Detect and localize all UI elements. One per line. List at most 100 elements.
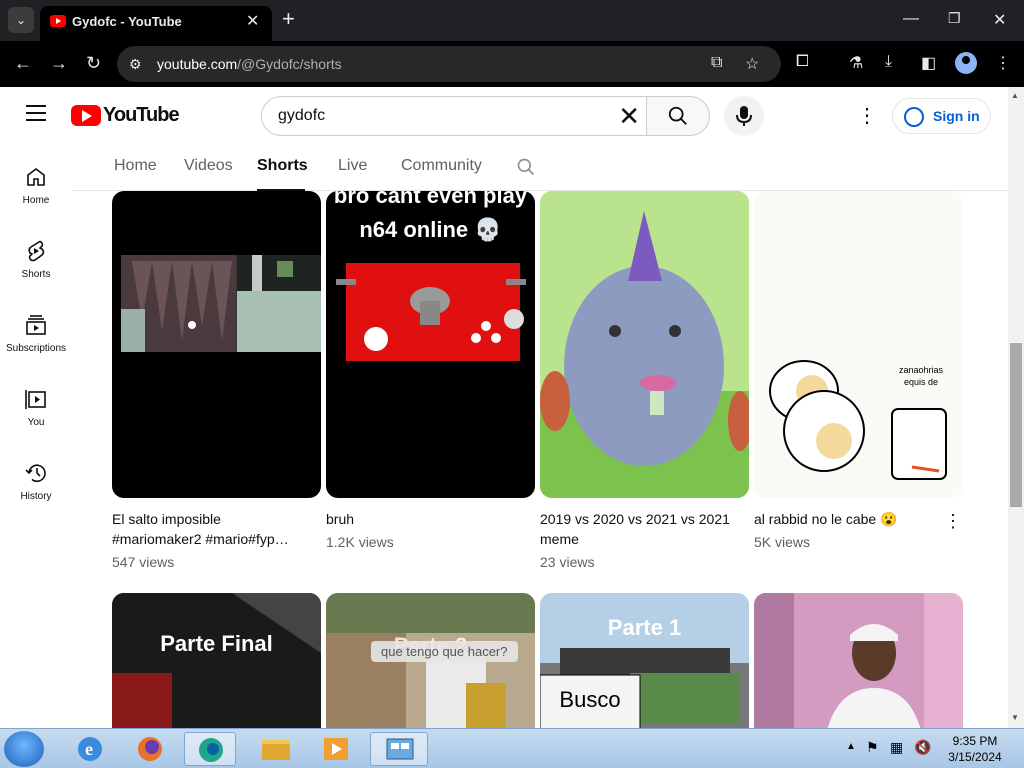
short-thumbnail[interactable]: Parte 2 que tengo que hacer? [326, 593, 535, 728]
shorts-grid: El salto imposible #mariomaker2 #mario#f… [72, 191, 1008, 728]
bookmark-star-icon[interactable]: ☆ [745, 54, 759, 74]
tab-community[interactable]: Community [401, 157, 482, 175]
edge-icon[interactable] [184, 732, 236, 766]
short-title[interactable]: El salto imposible #mariomaker2 #mario#f… [112, 509, 302, 549]
reload-button[interactable]: ↻ [86, 53, 101, 73]
file-explorer-icon[interactable] [250, 732, 302, 766]
short-views: 547 views [112, 554, 175, 570]
browser-menu-icon[interactable]: ⋮ [995, 53, 1011, 73]
page-scrollbar[interactable]: ▲ ▼ [1008, 87, 1024, 728]
forward-button[interactable]: → [50, 53, 68, 73]
system-clock[interactable]: 9:35 PM 3/15/2024 [940, 733, 1010, 765]
network-icon[interactable]: ▦ [890, 739, 903, 756]
start-button-icon[interactable] [4, 731, 44, 767]
svg-text:e: e [85, 739, 93, 759]
mario-maker-thumbnail [121, 255, 321, 352]
tab-close-icon[interactable]: ✕ [246, 11, 259, 31]
labs-icon[interactable]: ⚗ [849, 53, 863, 73]
tab-shorts[interactable]: Shorts [257, 157, 308, 175]
hamster-cartoon-thumbnail [540, 191, 749, 498]
media-player-icon[interactable] [310, 732, 362, 766]
extensions-icon[interactable]: ⧠ [796, 53, 809, 71]
thumbnail-overlay-text: Parte Final [160, 631, 273, 656]
thumbnail-overlay-text: Parte 1 [607, 615, 682, 640]
short-thumbnail[interactable]: Parte Final [112, 593, 321, 728]
action-center-flag-icon[interactable]: ⚑ [866, 739, 879, 756]
short-views: 23 views [540, 554, 595, 570]
site-info-icon[interactable]: ⚙ [129, 56, 142, 73]
settings-menu-icon[interactable]: ⋮ [857, 103, 877, 128]
youtube-favicon-icon [50, 15, 66, 27]
tab-videos[interactable]: Videos [184, 157, 233, 175]
tab-live[interactable]: Live [338, 157, 367, 175]
account-icon [904, 107, 924, 127]
history-icon [25, 464, 46, 483]
voice-search-button[interactable] [724, 96, 764, 136]
svg-text:zanaohrias: zanaohrias [899, 365, 944, 375]
more-actions-icon[interactable]: ⋮ [944, 511, 962, 532]
search-button[interactable] [646, 96, 710, 136]
short-title[interactable]: al rabbid no le cabe 😮 [754, 509, 944, 529]
side-panel-icon[interactable]: ◧ [921, 53, 936, 73]
menu-hamburger-icon[interactable] [26, 105, 46, 121]
tab-home[interactable]: Home [114, 157, 157, 175]
search-input-value[interactable]: gydofc [278, 107, 325, 125]
restore-button[interactable]: ❐ [948, 10, 961, 27]
minimize-button[interactable]: — [903, 10, 919, 28]
guide-item-subscriptions[interactable]: Subscriptions [0, 299, 72, 373]
youtube-header: YouTube gydofc ✕ ⋮ Sign in [0, 87, 1024, 143]
new-tab-button[interactable]: + [282, 7, 295, 31]
guide-item-home[interactable]: Home [0, 151, 72, 225]
tab-title: Gydofc - YouTube [72, 14, 182, 29]
short-thumbnail[interactable]: bro cant even play n64 online 💀 [326, 191, 535, 498]
person-video-thumbnail [754, 593, 963, 728]
guide-item-history[interactable]: History [0, 447, 72, 521]
back-button[interactable]: ← [14, 53, 32, 73]
short-thumbnail[interactable] [754, 593, 963, 728]
rabbid-drawing-thumbnail: zanaohrias equis de [754, 191, 963, 498]
short-thumbnail[interactable] [540, 191, 749, 498]
svg-text:equis de: equis de [904, 377, 938, 387]
firefox-icon[interactable] [124, 732, 176, 766]
volume-muted-icon[interactable]: 🔇 [914, 739, 931, 756]
install-app-icon[interactable]: ⧉ [711, 54, 722, 72]
youtube-play-icon [71, 105, 101, 126]
short-thumbnail[interactable] [112, 191, 321, 498]
channel-search-icon[interactable] [516, 157, 536, 177]
tab-search-button[interactable]: ⌄ [8, 7, 34, 33]
short-thumbnail[interactable]: zanaohrias equis de [754, 191, 963, 498]
scroll-up-icon[interactable]: ▲ [1011, 91, 1019, 100]
control-panel-icon[interactable] [370, 732, 428, 766]
short-thumbnail[interactable]: Parte 1 Busco [540, 593, 749, 728]
short-views: 5K views [754, 534, 811, 550]
address-bar[interactable]: ⚙ youtube.com/@Gydofc/shorts ⧉ ☆ [117, 46, 781, 82]
shorts-icon [28, 240, 45, 262]
guide-item-shorts[interactable]: Shorts [0, 225, 72, 299]
short-views: 1.2K views [326, 534, 394, 550]
short-title[interactable]: 2019 vs 2020 vs 2021 vs 2021 meme [540, 509, 730, 549]
url-text[interactable]: youtube.com/@Gydofc/shorts [157, 56, 342, 72]
home-icon [27, 168, 45, 186]
close-window-button[interactable]: ✕ [993, 10, 1006, 30]
clear-search-icon[interactable]: ✕ [618, 101, 640, 131]
download-icon[interactable]: ⤓ [885, 53, 892, 71]
clock-time: 9:35 PM [952, 734, 998, 748]
show-hidden-icons[interactable]: ▲ [846, 741, 856, 752]
scroll-down-icon[interactable]: ▼ [1011, 713, 1019, 722]
thumbnail-overlay-text: bro cant even play n64 online 💀 [333, 191, 528, 242]
guide-sidebar: Home Shorts Subscriptions You History [0, 143, 72, 728]
clock-date: 3/15/2024 [948, 750, 1002, 764]
scrollbar-thumb[interactable] [1010, 343, 1022, 507]
roblox-dark-thumbnail [112, 593, 321, 728]
sign-in-button[interactable]: Sign in [892, 98, 991, 134]
browser-tab[interactable]: Gydofc - YouTube ✕ [40, 6, 272, 41]
browser-titlebar: ⌄ Gydofc - YouTube ✕ + — ❐ ✕ [0, 0, 1024, 41]
youtube-logo[interactable]: YouTube [71, 104, 180, 127]
windows-taskbar: e ▲ ⚑ ▦ 🔇 9:35 PM 3/15/2024 [0, 728, 1024, 768]
guide-item-you[interactable]: You [0, 373, 72, 447]
internet-explorer-icon[interactable]: e [64, 732, 116, 766]
search-input[interactable]: gydofc ✕ [261, 96, 647, 136]
short-title[interactable]: bruh [326, 509, 516, 529]
you-icon [25, 390, 46, 409]
profile-avatar-icon[interactable] [955, 52, 977, 74]
